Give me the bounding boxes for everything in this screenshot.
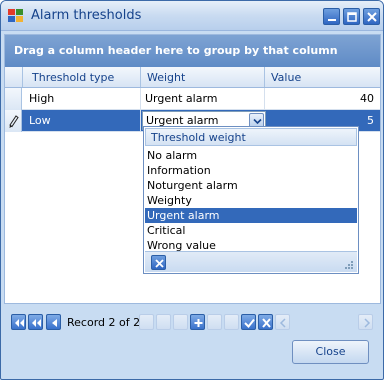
weight-dropdown-popup: Threshold weight No alarm Information No…	[143, 126, 359, 274]
dropdown-column-header[interactable]: Threshold weight	[145, 128, 357, 146]
app-icon	[8, 9, 23, 22]
dropdown-footer	[145, 251, 357, 272]
close-icon	[367, 12, 377, 22]
record-navigator: Record 2 of 2	[9, 313, 377, 333]
last-record-button[interactable]	[173, 314, 188, 330]
first-icon	[15, 319, 24, 327]
cancel-edit-button[interactable]	[258, 314, 273, 330]
end-edit-button[interactable]	[241, 314, 256, 330]
prev-page-button[interactable]	[28, 314, 43, 330]
edit-button[interactable]	[224, 314, 239, 330]
cell-threshold-type[interactable]: High	[23, 88, 141, 109]
dropdown-option-weighty[interactable]: Weighty	[145, 193, 357, 208]
close-window-button[interactable]	[363, 8, 380, 25]
first-record-button[interactable]	[11, 314, 26, 330]
chevron-right-icon	[364, 318, 371, 328]
prev-record-button[interactable]	[46, 314, 61, 330]
chevron-left-icon	[279, 318, 286, 328]
dropdown-option-urgent-alarm[interactable]: Urgent alarm	[145, 208, 357, 223]
delete-button[interactable]	[207, 314, 222, 330]
close-button[interactable]: Close	[292, 340, 369, 364]
column-header-value[interactable]: Value	[265, 67, 380, 87]
next-page-button[interactable]	[156, 314, 171, 330]
row-indicator[interactable]	[5, 110, 22, 132]
pencil-icon	[9, 115, 19, 128]
next-record-button[interactable]	[139, 314, 154, 330]
header-indicator-cell	[5, 67, 23, 87]
resize-grip-icon[interactable]	[344, 260, 354, 270]
minimize-button[interactable]	[323, 8, 340, 25]
title-bar[interactable]: Alarm thresholds	[1, 1, 383, 31]
alarm-thresholds-window: Alarm thresholds Drag a column header he…	[0, 0, 384, 380]
scroll-right-button[interactable]	[358, 314, 373, 330]
minimize-icon	[328, 19, 336, 21]
record-status: Record 2 of 2	[67, 316, 141, 329]
dropdown-close-button[interactable]	[151, 255, 166, 270]
column-header-row: Threshold type Weight Value	[5, 67, 380, 88]
cell-weight[interactable]: Urgent alarm	[141, 88, 265, 109]
scroll-left-button[interactable]	[275, 314, 290, 330]
row-indicator[interactable]	[5, 88, 22, 110]
prev-icon	[52, 319, 57, 327]
dropdown-option-information[interactable]: Information	[145, 163, 357, 178]
table-row[interactable]: High Urgent alarm 40	[5, 88, 380, 110]
plus-icon	[194, 319, 203, 327]
column-header-threshold-type[interactable]: Threshold type	[23, 67, 141, 87]
group-panel-text: Drag a column header here to group by th…	[14, 44, 338, 57]
cancel-icon	[262, 318, 271, 328]
close-icon	[155, 259, 164, 268]
prev-page-icon	[32, 319, 41, 327]
append-button[interactable]	[190, 314, 205, 330]
maximize-button[interactable]	[343, 8, 360, 25]
cell-threshold-type[interactable]: Low	[23, 110, 141, 131]
dropdown-option-critical[interactable]: Critical	[145, 223, 357, 238]
column-header-weight[interactable]: Weight	[141, 67, 265, 87]
check-icon	[244, 318, 255, 329]
window-title: Alarm thresholds	[31, 8, 142, 23]
cell-value[interactable]: 40	[265, 88, 380, 109]
group-by-panel[interactable]: Drag a column header here to group by th…	[5, 35, 380, 67]
maximize-icon	[347, 12, 357, 22]
dropdown-option-no-alarm[interactable]: No alarm	[145, 148, 357, 163]
dropdown-option-noturgent-alarm[interactable]: Noturgent alarm	[145, 178, 357, 193]
